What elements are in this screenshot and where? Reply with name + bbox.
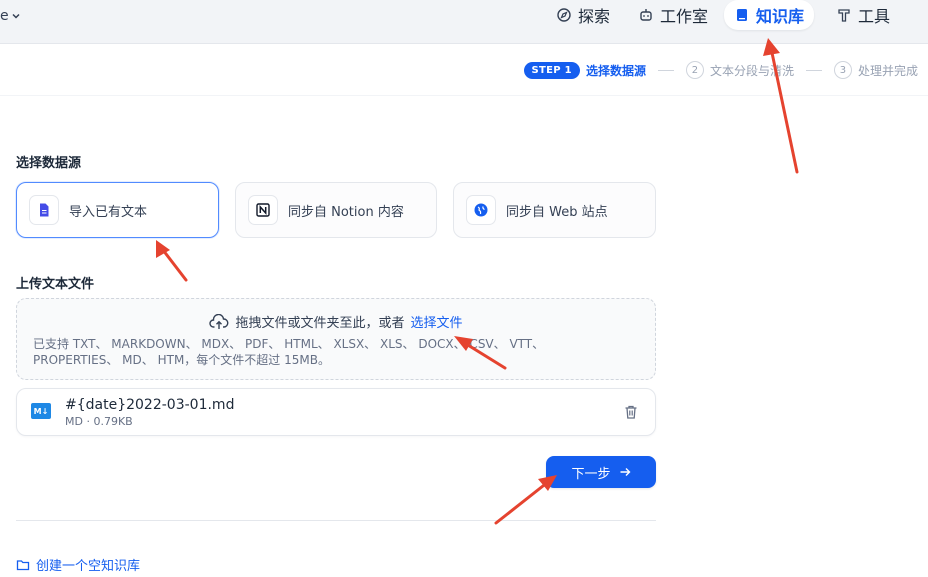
- app-name: e: [0, 8, 9, 24]
- source-option-label: 同步自 Notion 内容: [288, 204, 404, 220]
- step-connector: [657, 69, 674, 71]
- step-number: 3: [833, 61, 852, 79]
- annotation-arrow-next: [494, 480, 550, 525]
- step-label: 文本分段与清洗: [709, 63, 794, 78]
- dropzone-prompt: 拖拽文件或文件夹至此，或者 选择文件: [17, 312, 655, 331]
- nav-explore-label: 探索: [578, 7, 611, 26]
- source-icon-wrap: [248, 195, 278, 225]
- robot-icon: [640, 9, 652, 21]
- source-icon-wrap: [466, 195, 496, 225]
- nav-tools-label: 工具: [858, 7, 891, 26]
- source-option-notion[interactable]: 同步自 Notion 内容: [235, 182, 437, 238]
- source-option-web[interactable]: 同步自 Web 站点: [453, 182, 656, 238]
- markdown-file-icon: M↓: [31, 403, 51, 419]
- create-empty-knowledge-label: 创建一个空知识库: [36, 559, 141, 574]
- source-option-label: 导入已有文本: [69, 204, 148, 220]
- header-divider: [0, 95, 928, 96]
- app-switcher[interactable]: e: [0, 6, 21, 26]
- notion-icon: [256, 203, 270, 217]
- step-label: 处理并完成: [857, 63, 918, 78]
- source-option-import-text[interactable]: 导入已有文本: [16, 182, 219, 238]
- source-icon-wrap: [29, 195, 59, 225]
- book-icon: [737, 9, 747, 21]
- file-meta: MD · 0.79KB: [65, 415, 133, 428]
- file-name: #{date}2022-03-01.md: [65, 397, 235, 413]
- supported-formats-hint: 已支持 TXT、 MARKDOWN、 MDX、 PDF、 HTML、 XLSX、…: [33, 337, 545, 367]
- next-step-button[interactable]: 下一步: [546, 456, 656, 488]
- globe-icon: [474, 203, 488, 217]
- upload-title: 上传文本文件: [16, 277, 95, 292]
- arrow-right-icon: [620, 468, 630, 476]
- uploaded-file-item[interactable]: M↓ #{date}2022-03-01.md MD · 0.79KB: [16, 388, 656, 436]
- next-step-label: 下一步: [571, 466, 611, 482]
- nav-knowledge[interactable]: 知识库: [724, 0, 815, 30]
- cloud-upload-icon: [209, 313, 229, 329]
- nav-studio-label: 工作室: [660, 7, 709, 26]
- bottom-divider: [16, 520, 656, 521]
- nav-knowledge-label: 知识库: [756, 7, 805, 26]
- compass-icon: [557, 8, 571, 22]
- file-dropzone[interactable]: 拖拽文件或文件夹至此，或者 选择文件 已支持 TXT、 MARKDOWN、 MD…: [16, 298, 656, 380]
- step-connector: [805, 69, 822, 71]
- hammer-icon: [838, 9, 850, 22]
- annotation-arrows: [156, 38, 799, 525]
- current-step-label: 选择数据源: [585, 63, 646, 78]
- nav-studio[interactable]: 工作室: [628, 0, 718, 30]
- annotation-arrowhead: [156, 240, 170, 258]
- select-file-link[interactable]: 选择文件: [411, 312, 463, 331]
- step-number: 2: [685, 61, 704, 79]
- create-empty-knowledge-link[interactable]: 创建一个空知识库: [16, 555, 140, 574]
- nav-explore[interactable]: 探索: [546, 0, 620, 30]
- step-indicator: STEP 1 选择数据源 2 文本分段与清洗 3 处理并完成: [523, 58, 918, 82]
- dropzone-text: 拖拽文件或文件夹至此，或者: [235, 316, 405, 331]
- trash-icon[interactable]: [623, 404, 639, 420]
- top-navigation-bar: e 探索 工作室 知识库 工具: [0, 0, 928, 44]
- current-step-badge: STEP 1: [523, 61, 580, 79]
- annotation-arrow-import: [161, 248, 188, 282]
- datasource-title: 选择数据源: [16, 156, 82, 171]
- folder-icon: [16, 559, 30, 570]
- file-text-icon: [40, 203, 49, 217]
- source-option-label: 同步自 Web 站点: [506, 204, 608, 220]
- nav-tools[interactable]: 工具: [826, 0, 900, 30]
- chevron-down-icon: [12, 13, 20, 19]
